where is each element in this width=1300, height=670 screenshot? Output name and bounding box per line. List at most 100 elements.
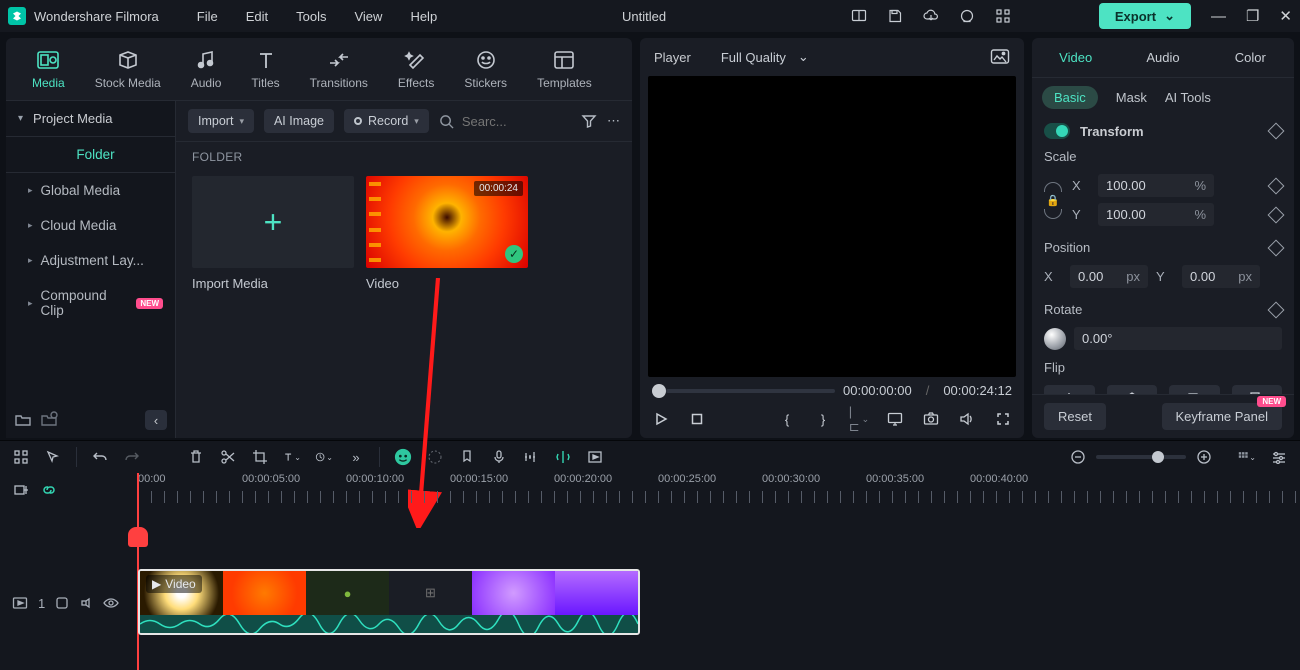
scale-x-input[interactable]: 100.00% [1098, 174, 1214, 197]
tab-stickers[interactable]: Stickers [464, 48, 507, 90]
position-x-input[interactable]: 0.00px [1070, 265, 1148, 288]
support-icon[interactable] [959, 8, 975, 24]
track-mute-icon[interactable] [79, 596, 93, 610]
more-icon[interactable]: ⋯ [607, 113, 620, 129]
capture-icon[interactable] [922, 410, 940, 428]
tab-stock-media[interactable]: Stock Media [95, 48, 161, 90]
keyframe-tool-icon[interactable] [554, 448, 572, 466]
mark-out-icon[interactable]: } [814, 410, 832, 428]
track-link-icon[interactable] [55, 596, 69, 610]
keyframe-panel-button[interactable]: Keyframe Panel NEW [1162, 403, 1283, 430]
redo-icon[interactable] [123, 448, 141, 466]
delete-icon[interactable] [187, 448, 205, 466]
stop-button[interactable] [688, 410, 706, 428]
cursor-icon[interactable] [44, 448, 62, 466]
split-icon[interactable] [219, 448, 237, 466]
fullscreen-icon[interactable] [994, 410, 1012, 428]
preview-mode-label[interactable]: Player [654, 50, 691, 65]
display-settings-icon[interactable] [886, 410, 904, 428]
menu-help[interactable]: Help [410, 9, 437, 24]
mark-in-icon[interactable]: { [778, 410, 796, 428]
track-view-icon[interactable]: ⌄ [1238, 448, 1256, 466]
render-icon[interactable] [586, 448, 604, 466]
lock-icon[interactable]: 🔒 [1046, 194, 1060, 207]
color-wheel-icon[interactable] [426, 448, 444, 466]
keyframe-diamond-icon[interactable] [1268, 239, 1285, 256]
add-track-icon[interactable] [12, 481, 30, 499]
tree-compound-clip[interactable]: ▸Compound ClipNEW [6, 278, 175, 328]
menu-view[interactable]: View [354, 9, 382, 24]
play-button[interactable] [652, 410, 670, 428]
snapshot-icon[interactable] [990, 48, 1010, 66]
timeline-ruler[interactable]: 00:00 00:00:05:00 00:00:10:00 00:00:15:0… [138, 473, 1300, 507]
subtab-mask[interactable]: Mask [1116, 90, 1147, 105]
crop-icon[interactable] [251, 448, 269, 466]
keyframe-diamond-icon[interactable] [1268, 123, 1285, 140]
window-close[interactable]: ✕ [1279, 7, 1292, 25]
ai-avatar-icon[interactable] [394, 448, 412, 466]
preview-scrubber[interactable] [652, 384, 835, 398]
tab-titles[interactable]: Titles [251, 48, 279, 90]
tab-media[interactable]: Media [32, 48, 65, 90]
insp-tab-audio[interactable]: Audio [1119, 38, 1206, 77]
ai-image-button[interactable]: AI Image [264, 109, 334, 133]
cloud-download-icon[interactable] [923, 8, 939, 24]
zoom-in-icon[interactable] [1196, 449, 1212, 465]
marker-icon[interactable] [458, 448, 476, 466]
flip-vertical-button[interactable] [1107, 385, 1158, 394]
subtab-ai-tools[interactable]: AI Tools [1165, 90, 1211, 105]
menu-tools[interactable]: Tools [296, 9, 326, 24]
audio-mixer-icon[interactable] [522, 448, 540, 466]
tree-folder[interactable]: Folder [6, 137, 175, 173]
timeline-settings-icon[interactable] [1270, 448, 1288, 466]
collapse-sidebar-icon[interactable]: ‹ [145, 410, 167, 430]
insp-tab-video[interactable]: Video [1032, 38, 1119, 77]
export-button[interactable]: Export ⌄ [1099, 3, 1191, 29]
preview-viewport[interactable] [648, 76, 1016, 377]
search-input[interactable] [462, 114, 534, 129]
track-visibility-icon[interactable] [103, 597, 119, 609]
tree-global-media[interactable]: ▸Global Media [6, 173, 175, 208]
subtab-basic[interactable]: Basic [1042, 86, 1098, 109]
flip-horizontal-button[interactable] [1044, 385, 1095, 394]
tree-cloud-media[interactable]: ▸Cloud Media [6, 208, 175, 243]
tab-transitions[interactable]: Transitions [310, 48, 368, 90]
keyframe-diamond-icon[interactable] [1268, 177, 1285, 194]
keyframe-diamond-icon[interactable] [1268, 301, 1285, 318]
link-track-icon[interactable] [40, 481, 58, 499]
scale-y-input[interactable]: 100.00% [1098, 203, 1214, 226]
screen-layout-icon[interactable] [851, 8, 867, 24]
zoom-out-icon[interactable] [1070, 449, 1086, 465]
rotate-knob[interactable] [1044, 328, 1066, 350]
undo-icon[interactable] [91, 448, 109, 466]
preview-quality-select[interactable]: Full Quality⌄ [721, 49, 809, 65]
menu-edit[interactable]: Edit [246, 9, 268, 24]
window-minimize[interactable]: — [1211, 8, 1226, 25]
tree-project-media[interactable]: ▾ Project Media [6, 100, 175, 137]
track-header[interactable]: 1 [0, 567, 138, 639]
video-clip-tile[interactable]: 00:00:24 ✓ Video [366, 176, 528, 291]
new-folder-icon[interactable] [14, 411, 32, 429]
volume-icon[interactable] [958, 410, 976, 428]
import-button[interactable]: Import▾ [188, 109, 254, 133]
apps-icon[interactable] [995, 8, 1011, 24]
insp-tab-color[interactable]: Color [1207, 38, 1294, 77]
keyframe-diamond-icon[interactable] [1268, 206, 1285, 223]
reset-button[interactable]: Reset [1044, 403, 1106, 430]
paste-props-button[interactable] [1232, 385, 1283, 394]
timeline-clip[interactable]: ▶Video ●⊞ [138, 569, 640, 635]
import-media-tile[interactable]: + Import Media [192, 176, 354, 291]
rotate-input[interactable]: 0.00° [1074, 327, 1282, 350]
voiceover-icon[interactable] [490, 448, 508, 466]
selection-mode-icon[interactable] [12, 448, 30, 466]
tree-adjustment-layer[interactable]: ▸Adjustment Lay... [6, 243, 175, 278]
save-icon[interactable] [887, 8, 903, 24]
position-y-input[interactable]: 0.00px [1182, 265, 1260, 288]
tab-effects[interactable]: Effects [398, 48, 434, 90]
speed-icon[interactable]: ⌄ [315, 448, 333, 466]
zoom-slider[interactable] [1096, 455, 1186, 459]
tab-audio[interactable]: Audio [191, 48, 222, 90]
text-icon[interactable]: ⌄ [283, 448, 301, 466]
record-button[interactable]: Record▾ [344, 109, 429, 133]
copy-props-button[interactable] [1169, 385, 1220, 394]
